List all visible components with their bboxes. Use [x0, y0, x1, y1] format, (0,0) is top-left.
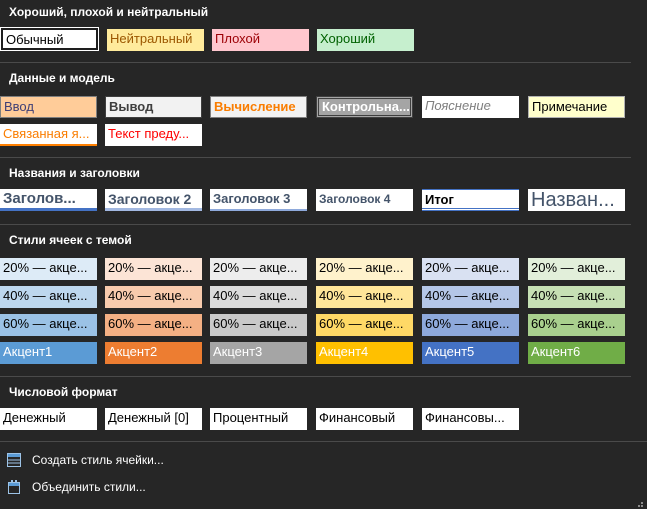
style-40-accent6[interactable]: 40% — акце...	[528, 286, 625, 308]
style-linked-cell[interactable]: Связанная я...	[0, 124, 97, 146]
style-accent3[interactable]: Акцент3	[210, 342, 307, 364]
create-cell-style-icon	[6, 452, 22, 468]
section-divider	[0, 224, 631, 225]
merge-styles-icon	[6, 479, 22, 495]
style-20-accent4[interactable]: 20% — акце...	[316, 258, 413, 280]
style-comma[interactable]: Финансовый	[316, 408, 413, 430]
style-total[interactable]: Итог	[422, 189, 519, 211]
section-title-data-model: Данные и модель	[9, 71, 115, 85]
section-title-number-format: Числовой формат	[9, 385, 118, 399]
style-40-accent3[interactable]: 40% — акце...	[210, 286, 307, 308]
style-20-accent3[interactable]: 20% — акце...	[210, 258, 307, 280]
section-title-headings: Названия и заголовки	[9, 166, 140, 180]
style-comma-0[interactable]: Финансовы...	[422, 408, 519, 430]
style-explanatory[interactable]: Пояснение	[422, 96, 519, 118]
merge-styles-label: Объединить стили...	[32, 480, 146, 494]
style-20-accent2[interactable]: 20% — акце...	[105, 258, 202, 280]
style-40-accent1[interactable]: 40% — акце...	[0, 286, 97, 308]
style-accent1[interactable]: Акцент1	[0, 342, 97, 364]
style-input[interactable]: Ввод	[0, 96, 97, 118]
style-check-cell[interactable]: Контрольна...	[316, 96, 413, 118]
style-currency[interactable]: Денежный	[0, 408, 97, 430]
section-divider	[0, 62, 631, 63]
style-percent[interactable]: Процентный	[210, 408, 307, 430]
style-output[interactable]: Вывод	[105, 96, 202, 118]
style-accent4[interactable]: Акцент4	[316, 342, 413, 364]
style-heading-4[interactable]: Заголовок 4	[316, 189, 413, 211]
resize-grip[interactable]	[635, 501, 643, 507]
style-bad[interactable]: Плохой	[212, 29, 309, 51]
section-divider	[0, 376, 631, 377]
style-warning-text[interactable]: Текст преду...	[105, 124, 202, 146]
style-accent2[interactable]: Акцент2	[105, 342, 202, 364]
style-good[interactable]: Хороший	[317, 29, 414, 51]
style-accent5[interactable]: Акцент5	[422, 342, 519, 364]
section-title-themed-cell-styles: Стили ячеек с темой	[9, 233, 132, 247]
style-heading-3[interactable]: Заголовок 3	[210, 189, 307, 211]
style-20-accent1[interactable]: 20% — акце...	[0, 258, 97, 280]
create-cell-style-label: Создать стиль ячейки...	[32, 453, 164, 467]
footer-divider	[0, 441, 647, 442]
style-note[interactable]: Примечание	[528, 96, 625, 118]
style-60-accent3[interactable]: 60% — акце...	[210, 314, 307, 336]
section-divider	[0, 157, 631, 158]
cell-styles-gallery: Хороший, плохой и нейтральный Обычный Не…	[0, 0, 647, 509]
style-neutral[interactable]: Нейтральный	[107, 29, 204, 51]
style-title[interactable]: Назван...	[528, 189, 625, 211]
style-currency-0[interactable]: Денежный [0]	[105, 408, 202, 430]
style-accent6[interactable]: Акцент6	[528, 342, 625, 364]
style-20-accent5[interactable]: 20% — акце...	[422, 258, 519, 280]
style-normal[interactable]: Обычный	[0, 27, 99, 51]
style-60-accent1[interactable]: 60% — акце...	[0, 314, 97, 336]
style-40-accent4[interactable]: 40% — акце...	[316, 286, 413, 308]
style-20-accent6[interactable]: 20% — акце...	[528, 258, 625, 280]
section-title-good-bad-neutral: Хороший, плохой и нейтральный	[9, 5, 209, 19]
style-60-accent2[interactable]: 60% — акце...	[105, 314, 202, 336]
style-heading-2[interactable]: Заголовок 2	[105, 189, 202, 211]
style-heading-1[interactable]: Заголов...	[0, 189, 97, 211]
style-60-accent5[interactable]: 60% — акце...	[422, 314, 519, 336]
style-60-accent6[interactable]: 60% — акце...	[528, 314, 625, 336]
style-calculation[interactable]: Вычисление	[210, 96, 307, 118]
merge-styles-button[interactable]: Объединить стили...	[6, 477, 146, 497]
style-40-accent2[interactable]: 40% — акце...	[105, 286, 202, 308]
create-cell-style-button[interactable]: Создать стиль ячейки...	[6, 450, 164, 470]
style-60-accent4[interactable]: 60% — акце...	[316, 314, 413, 336]
style-40-accent5[interactable]: 40% — акце...	[422, 286, 519, 308]
